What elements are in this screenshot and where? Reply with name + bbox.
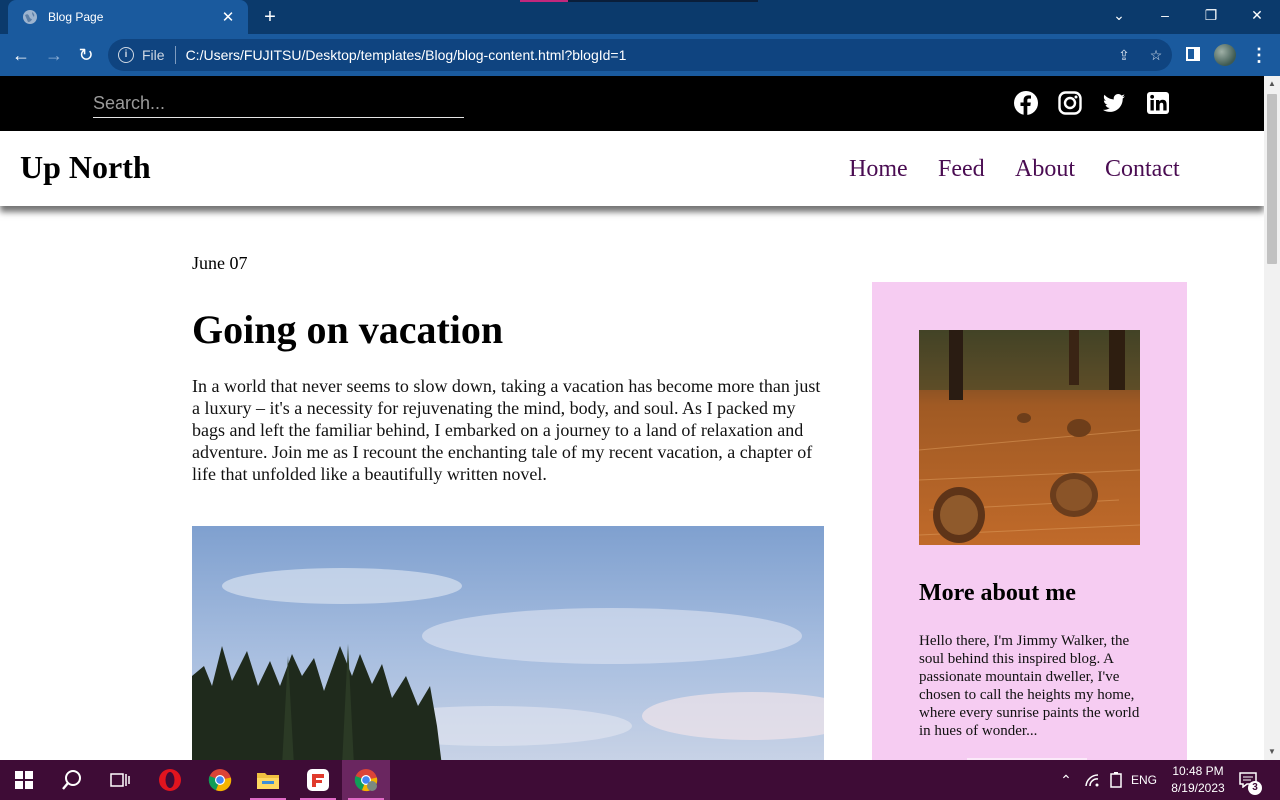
search-input[interactable] <box>93 90 464 118</box>
sidebar-text: Hello there, I'm Jimmy Walker, the soul … <box>919 633 1140 739</box>
globe-icon <box>23 10 37 24</box>
network-icon[interactable] <box>1082 760 1102 800</box>
clock-date: 8/19/2023 <box>1171 781 1225 795</box>
restore-button[interactable]: ❐ <box>1188 0 1234 30</box>
search-icon <box>62 770 81 790</box>
close-window-button[interactable]: ✕ <box>1234 0 1280 30</box>
chevron-up-icon[interactable]: ⌃ <box>1056 760 1076 800</box>
clock-time: 10:48 PM <box>1172 764 1224 778</box>
file-explorer-app[interactable] <box>244 760 292 800</box>
bookmark-star-icon[interactable]: ☆ <box>1140 47 1172 64</box>
scroll-up-arrow-icon[interactable]: ▲ <box>1268 80 1276 88</box>
tab-title: Blog Page <box>48 10 104 24</box>
chrome-profile-icon <box>354 769 378 792</box>
page-viewport: Up North Home Feed About Contact June 07… <box>0 76 1264 760</box>
tab-search-icon[interactable]: ⌄ <box>1096 0 1142 30</box>
nav-link-home[interactable]: Home <box>849 156 908 183</box>
forward-arrow-icon[interactable]: → <box>41 42 67 68</box>
chrome-app[interactable] <box>196 760 244 800</box>
info-icon[interactable]: i <box>118 47 134 63</box>
about-sidebar: More about me Hello there, I'm Jimmy Wal… <box>872 282 1187 760</box>
sidebar-photo <box>919 330 1140 545</box>
tab-accent-line-dark <box>568 0 758 2</box>
site-header: Up North Home Feed About Contact <box>0 131 1264 206</box>
tab-accent-line <box>520 0 568 2</box>
folder-icon <box>257 773 279 789</box>
search-button[interactable] <box>48 760 96 800</box>
address-divider <box>174 46 176 64</box>
post-body: In a world that never seems to slow down… <box>192 376 821 484</box>
chrome-icon <box>208 769 232 792</box>
windows-logo-icon <box>15 771 33 789</box>
new-tab-button[interactable]: + <box>258 6 282 28</box>
browser-toolbar: ← → ↻ i File C:/Users/FUJITSU/Desktop/te… <box>0 34 1280 76</box>
post-hero-image <box>192 526 824 760</box>
foxit-reader-app[interactable] <box>294 760 342 800</box>
post-title: Going on vacation <box>192 307 504 352</box>
close-tab-icon[interactable]: ✕ <box>218 8 238 26</box>
chrome-active-window[interactable] <box>342 760 390 800</box>
battery-icon[interactable] <box>1106 760 1126 800</box>
language-indicator[interactable]: ENG <box>1128 760 1160 800</box>
pdf-reader-icon <box>307 769 329 791</box>
scroll-thumb[interactable] <box>1267 94 1277 264</box>
facebook-icon[interactable] <box>1013 90 1039 116</box>
start-button[interactable] <box>0 760 48 800</box>
site-logo[interactable]: Up North <box>20 149 151 186</box>
nav-link-feed[interactable]: Feed <box>938 156 985 183</box>
minimize-button[interactable]: – <box>1142 0 1188 30</box>
browser-tab-strip: Blog Page ✕ + ⌄ – ❐ ✕ <box>0 0 1280 34</box>
nav-link-about[interactable]: About <box>1015 156 1075 183</box>
task-view-button[interactable] <box>96 760 144 800</box>
url-text[interactable]: C:/Users/FUJITSU/Desktop/templates/Blog/… <box>186 47 1108 63</box>
linkedin-icon[interactable] <box>1145 90 1171 116</box>
instagram-icon[interactable] <box>1057 90 1083 116</box>
side-panel-icon[interactable] <box>1186 47 1200 61</box>
share-icon[interactable]: ⇪ <box>1108 47 1140 64</box>
address-bar[interactable]: i File C:/Users/FUJITSU/Desktop/template… <box>108 39 1172 71</box>
scroll-down-arrow-icon[interactable]: ▼ <box>1268 748 1276 756</box>
profile-avatar[interactable] <box>1214 44 1236 66</box>
page-scrollbar[interactable]: ▲ ▼ <box>1264 76 1280 760</box>
back-arrow-icon[interactable]: ← <box>8 42 34 68</box>
windows-taskbar: ⌃ ENG 10:48 PM 8/19/2023 3 <box>0 760 1280 800</box>
opera-app[interactable] <box>146 760 194 800</box>
system-clock[interactable]: 10:48 PM 8/19/2023 <box>1160 763 1236 797</box>
browser-tab[interactable]: Blog Page ✕ <box>8 0 248 34</box>
opera-icon <box>159 769 181 791</box>
task-view-icon <box>110 773 130 787</box>
file-label: File <box>142 47 165 63</box>
notification-count-badge: 3 <box>1248 781 1262 795</box>
top-social-bar <box>0 76 1264 131</box>
sidebar-heading: More about me <box>919 580 1076 606</box>
twitter-icon[interactable] <box>1101 90 1127 116</box>
post-date: June 07 <box>192 253 248 273</box>
nav-link-contact[interactable]: Contact <box>1105 156 1180 183</box>
reload-icon[interactable]: ↻ <box>73 42 99 68</box>
menu-dots-icon[interactable]: ⋮ <box>1250 42 1268 68</box>
